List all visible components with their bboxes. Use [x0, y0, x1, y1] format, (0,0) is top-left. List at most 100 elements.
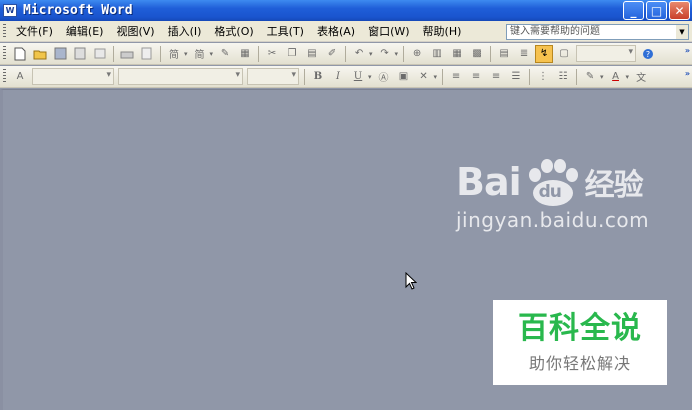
- save-icon[interactable]: [51, 45, 69, 63]
- underline-icon[interactable]: U: [349, 68, 367, 86]
- drawing-icon[interactable]: ≣: [515, 45, 533, 63]
- copy-icon[interactable]: ❐: [283, 45, 301, 63]
- chevron-down-icon[interactable]: ▾: [395, 50, 399, 58]
- tables-borders-icon[interactable]: ▥: [428, 45, 446, 63]
- chevron-down-icon[interactable]: ▾: [600, 73, 604, 81]
- bold-icon[interactable]: B: [309, 68, 327, 86]
- font-color-icon[interactable]: A: [607, 68, 625, 86]
- menu-file[interactable]: 文件(F): [10, 21, 60, 42]
- hyperlink-icon[interactable]: ⊕: [408, 45, 426, 63]
- toolbar-options-icon[interactable]: »: [685, 69, 690, 78]
- align-right-icon[interactable]: ≡: [487, 68, 505, 86]
- watermark-paw-text: du: [538, 182, 562, 202]
- toolbar-separator: [160, 45, 161, 62]
- chevron-down-icon[interactable]: ▾: [368, 73, 372, 81]
- toolbar-separator: [258, 45, 260, 62]
- help-icon[interactable]: ?: [639, 45, 657, 63]
- char-border-icon[interactable]: Ⓐ: [375, 68, 393, 86]
- word-icon[interactable]: W: [3, 4, 17, 17]
- toolbar-separator: [576, 68, 578, 85]
- mouse-cursor-icon: [405, 272, 417, 290]
- redo-icon[interactable]: ↷: [376, 45, 394, 63]
- paste-icon[interactable]: ▤: [303, 45, 321, 63]
- toolbar-separator: [403, 45, 405, 62]
- baidu-jingyan-watermark: Bai du 经验 jingyan.baidu.com: [456, 158, 649, 232]
- show-hide-icon[interactable]: ▢: [555, 45, 573, 63]
- document-map-icon[interactable]: ↯: [535, 44, 554, 63]
- watermark-brand-cn: 经验: [584, 168, 644, 203]
- chevron-down-icon[interactable]: ▾: [369, 50, 373, 58]
- svg-text:?: ?: [646, 50, 650, 59]
- menu-help[interactable]: 帮助(H): [417, 21, 469, 42]
- char-shading-icon[interactable]: ▣: [395, 68, 413, 86]
- styles-pane-icon[interactable]: A: [11, 68, 29, 86]
- undo-icon[interactable]: ↶: [350, 45, 368, 63]
- columns-icon[interactable]: ▤: [495, 45, 513, 63]
- toolbar-separator: [113, 45, 114, 62]
- print-icon[interactable]: [118, 45, 136, 63]
- watermark-brand-latin: Bai: [456, 160, 522, 204]
- font-select[interactable]: [118, 68, 243, 85]
- justify-icon[interactable]: ☰: [507, 68, 525, 86]
- menu-window[interactable]: 窗口(W): [362, 21, 416, 42]
- standard-toolbar: 简 ▾ 简 ▾ ✎ ▦ ✂ ❐ ▤ ✐ ↶ ▾ ↷ ▾ ⊕ ▥ ▦ ▩ ▤ ≣ ↯ ▢ …: [0, 43, 692, 65]
- toolbar-options-icon[interactable]: »: [685, 46, 690, 55]
- chevron-down-icon[interactable]: ▾: [184, 50, 188, 58]
- toolbar-grip-icon[interactable]: [3, 69, 6, 84]
- toolbar-separator: [345, 45, 347, 62]
- menu-tools[interactable]: 工具(T): [261, 21, 311, 42]
- menu-grip-icon[interactable]: [3, 23, 6, 39]
- insert-table-icon[interactable]: ▦: [448, 45, 466, 63]
- cut-icon[interactable]: ✂: [263, 45, 281, 63]
- center-icon[interactable]: ≡: [467, 68, 485, 86]
- email-icon[interactable]: [91, 45, 109, 63]
- maximize-button[interactable]: □: [646, 1, 667, 20]
- research-icon[interactable]: 简: [191, 45, 209, 63]
- clear-format-icon[interactable]: ✐: [323, 45, 341, 63]
- italic-icon[interactable]: I: [329, 68, 347, 86]
- badge-title: 百科全说: [518, 310, 642, 346]
- chevron-down-icon[interactable]: ▾: [210, 50, 214, 58]
- paw-icon: du: [523, 158, 581, 206]
- menu-table[interactable]: 表格(A): [311, 21, 362, 42]
- phonetic-guide-icon[interactable]: 文: [632, 68, 650, 86]
- format-painter-icon[interactable]: ✎: [216, 45, 234, 63]
- title-bar: W Microsoft Word _ □ ✕: [0, 0, 692, 21]
- badge-subtitle: 助你轻松解决: [528, 353, 631, 373]
- insert-excel-icon[interactable]: ▩: [468, 45, 486, 63]
- toolbar-separator: [490, 45, 492, 62]
- menu-view[interactable]: 视图(V): [110, 21, 161, 42]
- menu-edit[interactable]: 编辑(E): [60, 21, 111, 42]
- new-icon[interactable]: [11, 45, 29, 63]
- toolbar-separator: [442, 68, 444, 85]
- research-book-icon[interactable]: ▦: [236, 45, 254, 63]
- window-controls: _ □ ✕: [623, 1, 690, 20]
- numbering-icon[interactable]: ⋮: [534, 68, 552, 86]
- help-search-input[interactable]: 键入需要帮助的问题 ▼: [506, 24, 689, 40]
- print-preview-icon[interactable]: [138, 45, 156, 63]
- open-icon[interactable]: [31, 45, 49, 63]
- menu-insert[interactable]: 插入(I): [162, 21, 209, 42]
- char-scale-icon[interactable]: ✕: [415, 68, 433, 86]
- formatting-toolbar: A B I U▾ Ⓐ ▣ ✕▾ ≡ ≡ ≡ ☰ ⋮ ☷ ✎▾ A▾ 文 »: [0, 66, 692, 88]
- window-title: Microsoft Word: [23, 3, 133, 18]
- close-button[interactable]: ✕: [669, 1, 690, 20]
- align-left-icon[interactable]: ≡: [447, 68, 465, 86]
- chevron-down-icon[interactable]: ▾: [434, 73, 438, 81]
- highlight-icon[interactable]: ✎: [581, 68, 599, 86]
- chevron-down-icon[interactable]: ▾: [626, 73, 630, 81]
- menu-format[interactable]: 格式(O): [208, 21, 260, 42]
- toolbar-separator: [304, 68, 305, 85]
- permission-icon[interactable]: [71, 45, 89, 63]
- baidu-logo: Bai du 经验: [456, 158, 649, 206]
- baike-badge: 百科全说 助你轻松解决: [493, 300, 667, 385]
- chevron-down-icon[interactable]: ▼: [676, 25, 688, 39]
- style-select[interactable]: [32, 68, 114, 85]
- toolbar-grip-icon[interactable]: [3, 46, 6, 61]
- spelling-icon[interactable]: 简: [165, 45, 183, 63]
- zoom-select[interactable]: [576, 45, 637, 62]
- font-size-select[interactable]: [247, 68, 299, 85]
- help-search-placeholder: 键入需要帮助的问题: [510, 26, 600, 37]
- bullets-icon[interactable]: ☷: [554, 68, 572, 86]
- minimize-button[interactable]: _: [623, 1, 644, 20]
